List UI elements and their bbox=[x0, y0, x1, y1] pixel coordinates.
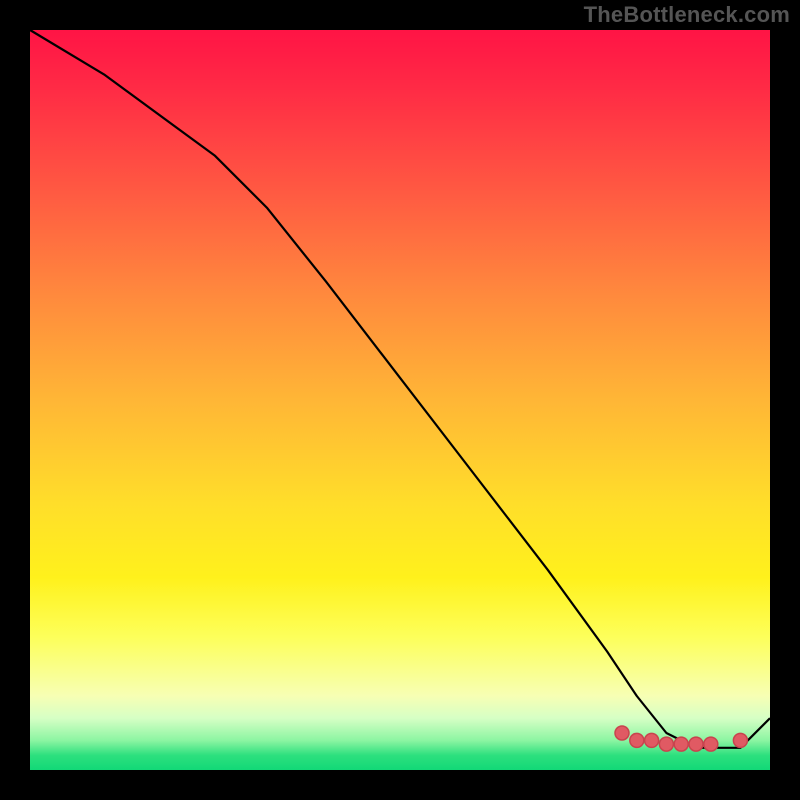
curve-marker bbox=[645, 733, 659, 747]
chart-svg bbox=[30, 30, 770, 770]
plot-area bbox=[30, 30, 770, 770]
curve-marker bbox=[689, 737, 703, 751]
curve-marker bbox=[674, 737, 688, 751]
curve-marker bbox=[659, 737, 673, 751]
curve-marker bbox=[630, 733, 644, 747]
curve-marker bbox=[615, 726, 629, 740]
watermark-text: TheBottleneck.com bbox=[584, 2, 790, 28]
curve-marker bbox=[704, 737, 718, 751]
main-curve bbox=[30, 30, 770, 748]
chart-frame: TheBottleneck.com bbox=[0, 0, 800, 800]
curve-marker bbox=[733, 733, 747, 747]
